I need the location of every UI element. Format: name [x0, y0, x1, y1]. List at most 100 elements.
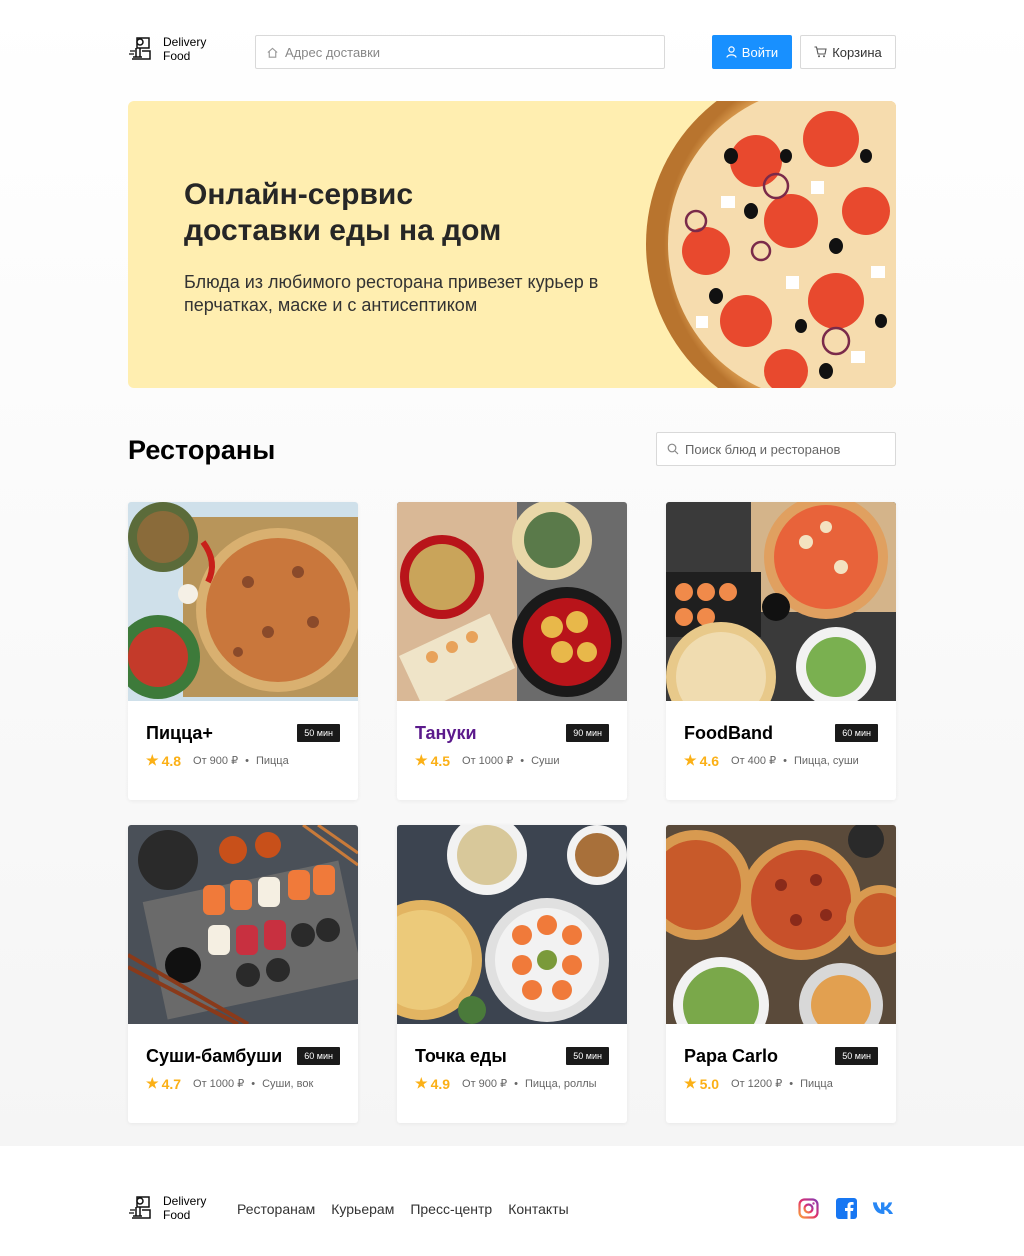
delivery-time-badge: 50 мин [566, 1047, 609, 1065]
star-icon: ★ [415, 752, 428, 768]
logo-text: Delivery Food [163, 1194, 206, 1222]
footer-link-restaurants[interactable]: Ресторанам [237, 1201, 315, 1217]
promo-title: Онлайн-сервис доставки еды на дом [184, 178, 502, 247]
footer-logo[interactable]: Delivery Food [128, 1194, 206, 1222]
price: От 900 ₽ [462, 1078, 508, 1090]
rating: ★ 4.8 [146, 752, 181, 769]
restaurant-info: ★ 4.5 От 1000 ₽ • Суши [415, 752, 609, 769]
card-body: FoodBand 60 мин ★ 4.6 От 400 ₽ • Пицца, с… [684, 723, 878, 769]
category: Пицца, суши [793, 754, 859, 767]
logo[interactable]: Delivery Food [128, 35, 206, 63]
category: Пицца [255, 754, 289, 767]
cart-button[interactable]: Корзина [800, 35, 896, 69]
login-button[interactable]: Войти [712, 35, 792, 69]
delivery-time-badge: 60 мин [835, 724, 878, 742]
cart-icon [814, 46, 827, 58]
restaurants-header: Рестораны [128, 432, 896, 466]
category: Пицца [800, 1077, 833, 1090]
card-body: Точка еды 50 мин ★ 4.9 От 900 ₽ • Пицца, … [415, 1046, 609, 1092]
logo-line-1: Delivery [163, 35, 207, 49]
delivery-time-badge: 50 мин [835, 1047, 878, 1065]
price: От 1000 ₽ [462, 755, 514, 767]
courier-logo-icon [129, 1196, 151, 1219]
footer-nav: Ресторанам Курьерам Пресс-центр Контакты [237, 1201, 585, 1217]
restaurant-image [397, 502, 627, 701]
restaurant-info: ★ 4.6 От 400 ₽ • Пицца, суши [684, 752, 878, 769]
restaurant-image [397, 825, 627, 1024]
rating: ★ 4.7 [146, 1075, 181, 1092]
logo-text: Delivery Food [163, 35, 206, 63]
restaurant-card[interactable]: Papa Carlo 50 мин ★ 5.0 От 1200 ₽ • Пицца [666, 825, 896, 1123]
footer-link-press[interactable]: Пресс-центр [410, 1201, 492, 1217]
cart-label: Корзина [832, 44, 882, 60]
login-label: Войти [741, 44, 779, 60]
delivery-time-badge: 90 мин [566, 724, 609, 742]
separator-dot: • [789, 1077, 794, 1090]
logo-line-2: Food [163, 1208, 191, 1222]
restaurant-card[interactable]: Тануки 90 мин ★ 4.5 От 1000 ₽ • Суши [397, 502, 627, 800]
card-body: Пицца+ 50 мин ★ 4.8 От 900 ₽ • Пицца [146, 723, 340, 769]
star-icon: ★ [146, 752, 159, 768]
footer-link-couriers[interactable]: Курьерам [331, 1201, 394, 1217]
promo-banner: Онлайн-сервис доставки еды на дом Блюда … [128, 101, 896, 388]
separator-dot: • [514, 1077, 518, 1090]
category: Суши, вок [262, 1077, 314, 1090]
social-links [782, 1197, 896, 1219]
rating-value: 4.6 [699, 752, 720, 769]
star-icon: ★ [415, 1075, 428, 1091]
address-input[interactable] [285, 44, 645, 60]
star-icon: ★ [684, 1075, 697, 1091]
price: От 900 ₽ [193, 755, 239, 767]
vk-icon[interactable] [872, 1197, 896, 1219]
search-field[interactable] [656, 432, 896, 466]
card-body: Papa Carlo 50 мин ★ 5.0 От 1200 ₽ • Пицца [684, 1046, 878, 1092]
star-icon: ★ [684, 752, 697, 768]
price: От 1200 ₽ [731, 1078, 783, 1090]
logo-line-1: Delivery [163, 1194, 207, 1208]
footer-link-contacts[interactable]: Контакты [508, 1201, 568, 1217]
rating: ★ 4.6 [684, 752, 719, 769]
restaurant-card[interactable]: FoodBand 60 мин ★ 4.6 От 400 ₽ • Пицца, с… [666, 502, 896, 800]
search-icon [667, 443, 679, 455]
restaurant-info: ★ 4.9 От 900 ₽ • Пицца, роллы [415, 1075, 609, 1092]
price: От 1000 ₽ [193, 1078, 245, 1090]
instagram-icon[interactable] [796, 1197, 820, 1219]
restaurant-info: ★ 5.0 От 1200 ₽ • Пицца [684, 1075, 878, 1092]
category: Суши [531, 754, 560, 767]
header: Delivery Food Войти Корзина [128, 35, 896, 69]
restaurant-image [666, 825, 896, 1024]
home-icon [267, 47, 278, 58]
rating-value: 5.0 [699, 1075, 720, 1092]
promo-text: Блюда из любимого ресторана привезет кур… [184, 272, 599, 315]
user-icon [726, 46, 737, 58]
restaurant-image [666, 502, 896, 701]
restaurant-info: ★ 4.7 От 1000 ₽ • Суши, вок [146, 1075, 340, 1092]
restaurant-info: ★ 4.8 От 900 ₽ • Пицца [146, 752, 340, 769]
category: Пицца, роллы [524, 1077, 597, 1090]
rating: ★ 5.0 [684, 1075, 719, 1092]
search-input[interactable] [685, 441, 885, 457]
card-body: Суши-бамбуши 60 мин ★ 4.7 От 1000 ₽ • Суш… [146, 1046, 340, 1092]
rating: ★ 4.9 [415, 1075, 450, 1092]
card-body: Тануки 90 мин ★ 4.5 От 1000 ₽ • Суши [415, 723, 609, 769]
rating-value: 4.8 [161, 752, 182, 769]
pizza-image [646, 101, 896, 388]
restaurant-card[interactable]: Пицца+ 50 мин ★ 4.8 От 900 ₽ • Пицца [128, 502, 358, 800]
rating-value: 4.7 [161, 1075, 182, 1092]
restaurant-card[interactable]: Суши-бамбуши 60 мин ★ 4.7 От 1000 ₽ • Суш… [128, 825, 358, 1123]
courier-logo-icon [129, 37, 151, 60]
delivery-time-badge: 50 мин [297, 724, 340, 742]
restaurant-image [128, 825, 358, 1024]
footer: Delivery Food Ресторанам Курьерам Пресс-… [128, 1193, 896, 1223]
section-title: Рестораны [128, 435, 276, 465]
rating: ★ 4.5 [415, 752, 450, 769]
address-field[interactable] [255, 35, 665, 69]
delivery-time-badge: 60 мин [297, 1047, 340, 1065]
logo-line-2: Food [163, 49, 191, 63]
star-icon: ★ [146, 1075, 159, 1091]
restaurant-cards: Пицца+ 50 мин ★ 4.8 От 900 ₽ • Пицца Тану… [128, 502, 896, 1123]
facebook-icon[interactable] [834, 1197, 858, 1219]
restaurant-image [128, 502, 358, 701]
restaurant-card[interactable]: Точка еды 50 мин ★ 4.9 От 900 ₽ • Пицца, … [397, 825, 627, 1123]
separator-dot: • [520, 754, 525, 767]
